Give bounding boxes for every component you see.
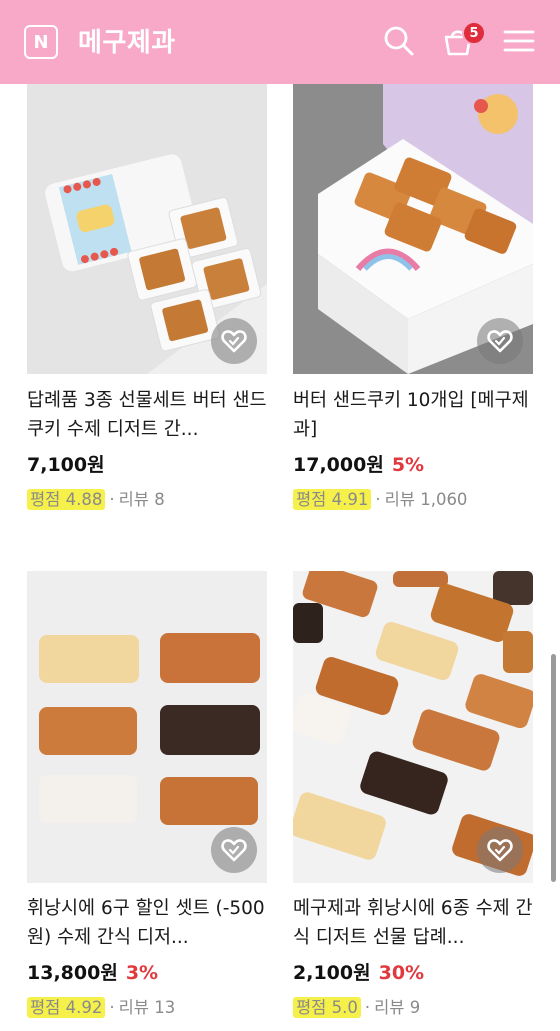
product-rating-row: 평점 4.92 · 리뷰 13 <box>27 994 175 1018</box>
product-price-row: 17,000원 5% <box>293 450 424 477</box>
product-image[interactable] <box>27 84 267 374</box>
product-card[interactable]: 휘낭시에 6구 할인 셋트 (-500원) 수제 간식 디저... 13,800… <box>27 571 267 1021</box>
product-rating-row: 평점 4.88 · 리뷰 8 <box>27 486 165 510</box>
scrollbar[interactable] <box>551 654 556 882</box>
discount-rate: 30% <box>378 962 425 984</box>
product-price: 7,100원 <box>27 454 105 476</box>
product-card[interactable]: 메구제과 휘낭시에 6종 수제 간식 디저트 선물 답례... 2,100원 30… <box>293 571 533 1021</box>
product-price-row: 2,100원 30% <box>293 958 424 985</box>
rating-score: 평점 4.88 <box>27 489 106 510</box>
heart-icon <box>487 839 513 862</box>
product-price: 13,800원 <box>27 962 118 984</box>
product-rating-row: 평점 5.0 · 리뷰 9 <box>293 994 420 1018</box>
wishlist-heart-button[interactable] <box>477 827 523 873</box>
separator-dot: · <box>364 998 371 1017</box>
product-price-row: 13,800원 3% <box>27 958 158 985</box>
product-price: 2,100원 <box>293 962 371 984</box>
naver-logo-icon[interactable]: N <box>24 25 58 59</box>
product-card[interactable]: 답례품 3종 선물세트 버터 샌드쿠키 수제 디저트 간... 7,100원 평… <box>27 84 267 514</box>
app-header: N 메구제과 5 <box>0 0 560 84</box>
product-rating-row: 평점 4.91 · 리뷰 1,060 <box>293 486 467 510</box>
product-title[interactable]: 메구제과 휘낭시에 6종 수제 간식 디저트 선물 답례... <box>293 894 537 952</box>
rating-score: 평점 5.0 <box>293 997 361 1018</box>
heart-icon <box>221 839 247 862</box>
heart-icon <box>487 330 513 353</box>
product-card[interactable]: 버터 샌드쿠키 10개입 [메구제과] 17,000원 5% 평점 4.91 · 리뷰… <box>293 84 533 514</box>
product-image[interactable] <box>293 84 533 374</box>
discount-rate: 3% <box>125 962 159 984</box>
product-title[interactable]: 휘낭시에 6구 할인 셋트 (-500원) 수제 간식 디저... <box>27 894 271 952</box>
rating-score: 평점 4.91 <box>293 489 372 510</box>
search-icon[interactable] <box>382 24 416 58</box>
menu-icon[interactable] <box>502 24 536 58</box>
wishlist-heart-button[interactable] <box>211 827 257 873</box>
product-image[interactable] <box>293 571 533 883</box>
review-count: 리뷰 13 <box>118 998 176 1017</box>
heart-icon <box>221 330 247 353</box>
wishlist-heart-button[interactable] <box>477 318 523 364</box>
separator-dot: · <box>109 490 115 509</box>
rating-score: 평점 4.92 <box>27 997 106 1018</box>
product-image[interactable] <box>27 571 267 883</box>
product-title[interactable]: 버터 샌드쿠키 10개입 [메구제과] <box>293 386 537 444</box>
product-price: 17,000원 <box>293 454 384 476</box>
product-title[interactable]: 답례품 3종 선물세트 버터 샌드쿠키 수제 디저트 간... <box>27 386 271 444</box>
store-name[interactable]: 메구제과 <box>78 22 176 59</box>
review-count: 리뷰 9 <box>374 998 421 1017</box>
separator-dot: · <box>375 490 381 509</box>
product-price-row: 7,100원 <box>27 450 113 477</box>
wishlist-heart-button[interactable] <box>211 318 257 364</box>
separator-dot: · <box>109 998 115 1017</box>
cart-count-badge: 5 <box>462 21 486 45</box>
review-count: 리뷰 1,060 <box>384 490 468 509</box>
review-count: 리뷰 8 <box>118 490 165 509</box>
discount-rate: 5% <box>391 454 425 476</box>
